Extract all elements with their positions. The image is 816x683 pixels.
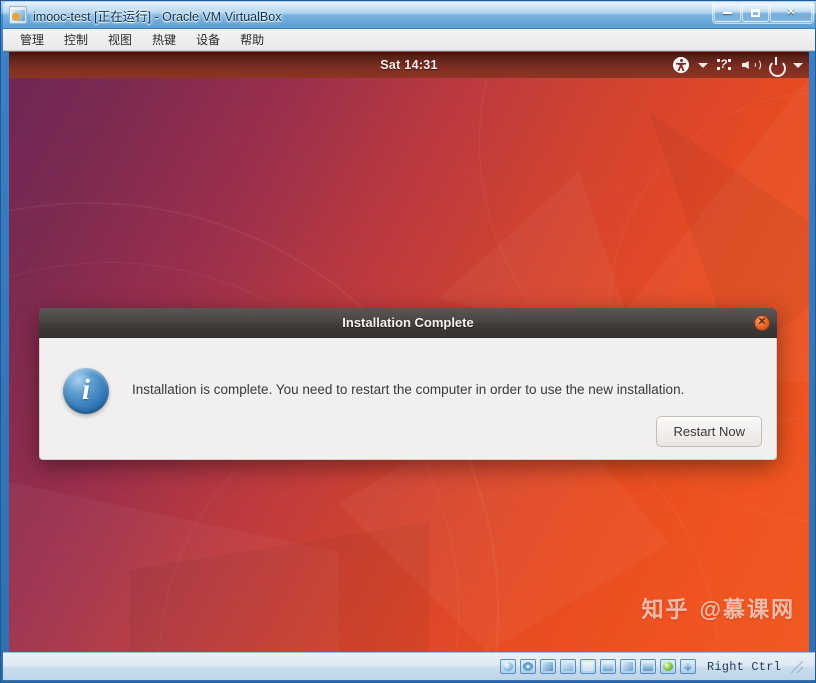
keyboard-dot-icon: [728, 59, 731, 62]
restart-now-button[interactable]: Restart Now: [656, 416, 762, 447]
usb-icon[interactable]: [559, 659, 576, 674]
speaker-body-icon: [742, 61, 749, 69]
volume-icon: [742, 58, 761, 72]
window-controls: ✕: [712, 2, 814, 24]
menu-item-view[interactable]: 视图: [99, 29, 141, 50]
window-title: imooc-test [正在运行] - Oracle VM VirtualBox: [33, 9, 282, 24]
statusbar: Right Ctrl: [3, 652, 815, 680]
dialog-message: Installation is complete. You need to re…: [132, 382, 685, 397]
power-icon: [768, 57, 786, 77]
power-indicator[interactable]: [768, 52, 786, 78]
keyboard-dot-icon: [717, 59, 720, 62]
menu-item-manage[interactable]: 管理: [11, 29, 53, 50]
dialog-body: i Installation is complete. You need to …: [39, 338, 777, 460]
panel-indicators: ?: [673, 52, 803, 78]
guest-screen[interactable]: Sat 14:31 ? Installation Complete ✕ i In…: [9, 52, 809, 652]
network-icon[interactable]: [539, 659, 556, 674]
ubuntu-top-panel: Sat 14:31 ?: [9, 52, 809, 78]
video-capture-icon[interactable]: [639, 659, 656, 674]
volume-indicator[interactable]: [742, 52, 761, 78]
window-titlebar[interactable]: imooc-test [正在运行] - Oracle VM VirtualBox…: [1, 1, 816, 29]
info-icon: i: [63, 368, 109, 414]
menu-item-control[interactable]: 控制: [55, 29, 97, 50]
keyboard-help-icon: ?: [717, 57, 733, 72]
power-dropdown[interactable]: [793, 52, 803, 78]
menubar: 管理 控制 视图 热键 设备 帮助: [3, 29, 815, 51]
menu-item-hotkey[interactable]: 热键: [143, 29, 185, 50]
chevron-down-icon: [698, 62, 708, 68]
close-icon: ✕: [786, 6, 796, 18]
mouse-capture-icon[interactable]: [679, 659, 696, 674]
close-button[interactable]: ✕: [770, 3, 812, 22]
titlebar-inner: imooc-test [正在运行] - Oracle VM VirtualBox: [3, 2, 815, 28]
accessibility-icon: [673, 57, 689, 73]
minimize-button[interactable]: [714, 3, 741, 22]
menu-item-help[interactable]: 帮助: [231, 29, 273, 50]
host-key-label: Right Ctrl: [706, 659, 781, 674]
close-icon: ✕: [757, 316, 767, 328]
keyboard-dot-icon: [717, 67, 720, 70]
accessibility-dropdown[interactable]: [698, 52, 708, 78]
guest-additions-icon[interactable]: [659, 659, 676, 674]
panel-clock[interactable]: Sat 14:31: [380, 58, 438, 72]
virtualbox-window: imooc-test [正在运行] - Oracle VM VirtualBox…: [0, 0, 816, 683]
maximize-button[interactable]: [742, 3, 769, 22]
resize-grip[interactable]: [791, 660, 803, 673]
dialog-titlebar[interactable]: Installation Complete ✕: [39, 308, 777, 338]
dialog-button-row: Restart Now: [656, 416, 762, 447]
sound-wave-icon: [753, 59, 761, 71]
watermark-handle: @慕课网: [699, 597, 795, 622]
keyboard-help-indicator[interactable]: ?: [717, 52, 733, 78]
virtualbox-icon: [9, 6, 27, 24]
minimize-icon: [723, 11, 732, 14]
hard-disk-icon[interactable]: [499, 659, 516, 674]
watermark-source: 知乎: [641, 597, 690, 622]
accessibility-indicator[interactable]: [673, 52, 689, 78]
remote-desktop-icon[interactable]: [619, 659, 636, 674]
installation-complete-dialog: Installation Complete ✕ i Installation i…: [39, 308, 777, 460]
optical-drive-icon[interactable]: [519, 659, 536, 674]
keyboard-help-glyph: ?: [720, 57, 728, 71]
dialog-title: Installation Complete: [342, 315, 474, 330]
maximize-icon: [751, 8, 760, 17]
watermark: 知乎 @慕课网: [642, 592, 795, 624]
menu-item-devices[interactable]: 设备: [187, 29, 229, 50]
dialog-close-button[interactable]: ✕: [754, 315, 770, 331]
keyboard-dot-icon: [728, 67, 731, 70]
display-icon[interactable]: [599, 659, 616, 674]
chevron-down-icon: [793, 62, 803, 68]
info-icon-glyph: i: [81, 373, 91, 406]
shared-folders-icon[interactable]: [579, 659, 596, 674]
